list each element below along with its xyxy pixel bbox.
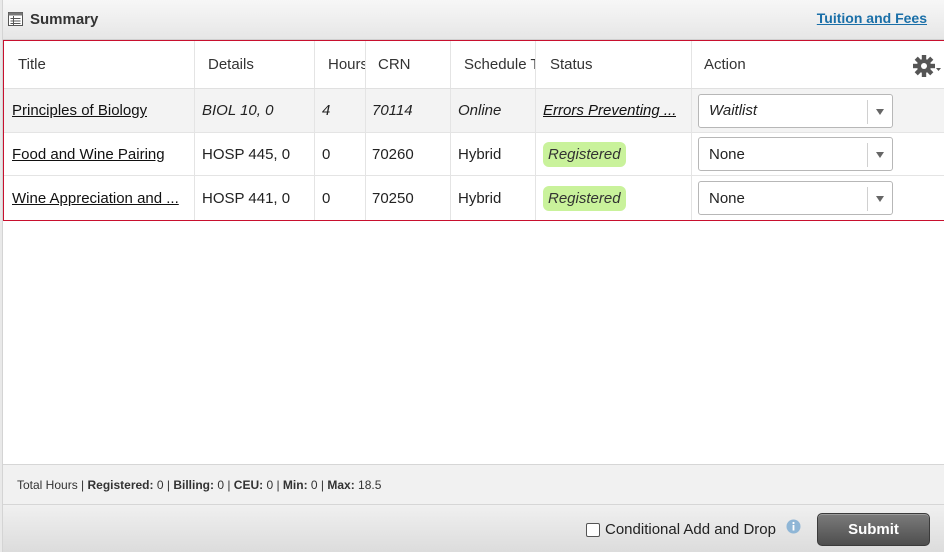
bottom-action-bar: Conditional Add and Drop Submit [3,505,944,552]
column-header-status[interactable]: Status [536,41,692,88]
billing-label: Billing: [173,477,214,492]
gear-icon[interactable] [912,53,942,79]
table-row: Wine Appreciation and ... HOSP 441, 0 0 … [4,176,944,220]
status-cell: Registered [536,176,692,220]
course-crn: 70114 [366,89,451,132]
course-details: BIOL 10, 0 [195,89,315,132]
registered-value: 0 | [153,477,174,492]
course-hours: 0 [315,133,366,175]
action-cell: None [692,133,944,175]
action-select-value: Waitlist [709,102,758,119]
totals-prefix: Total Hours | [17,477,88,492]
course-details: HOSP 441, 0 [195,176,315,220]
action-select-value: None [709,189,745,207]
course-title-cell: Wine Appreciation and ... [4,176,195,220]
column-header-details[interactable]: Details [195,41,315,88]
select-divider [867,187,868,211]
course-title-link[interactable]: Food and Wine Pairing [12,146,165,163]
status-cell: Errors Preventing ... [536,89,692,132]
column-header-action[interactable]: Action [692,41,944,88]
column-header-crn[interactable]: CRN [366,41,451,88]
status-errors-link[interactable]: Errors Preventing ... [543,102,676,119]
chevron-down-icon [876,196,884,202]
status-badge: Registered [543,141,626,167]
action-select[interactable]: None [698,137,893,171]
chevron-down-icon [876,108,884,115]
course-crn: 70250 [366,176,451,220]
column-header-hours[interactable]: Hours [315,41,366,88]
status-cell: Registered [536,133,692,175]
select-divider [867,143,868,167]
min-value: 0 | [307,477,328,492]
total-hours-bar: Total Hours | Registered: 0 | Billing: 0… [3,464,944,505]
course-crn: 70260 [366,133,451,175]
conditional-add-drop-checkbox[interactable] [586,523,600,537]
info-icon[interactable] [786,519,801,534]
course-schedule-type: Hybrid [451,133,536,175]
select-divider [867,99,868,124]
summary-grid: Title Details Hours CRN Schedule T Statu… [3,40,944,221]
table-icon [8,12,23,26]
chevron-down-icon [876,152,884,158]
course-hours: 0 [315,176,366,220]
action-cell: Waitlist [692,89,944,132]
billing-value: 0 | [213,477,234,492]
summary-header: Summary Tuition and Fees [3,0,944,40]
course-title-link[interactable]: Principles of Biology [12,102,147,119]
registered-label: Registered: [87,477,154,492]
course-schedule-type: Online [451,89,536,132]
ceu-value: 0 | [263,477,283,492]
course-title-cell: Principles of Biology [4,89,195,132]
max-value: 18.5 [354,477,382,492]
action-select[interactable]: None [698,181,893,215]
tuition-and-fees-link[interactable]: Tuition and Fees [817,10,927,26]
grid-header-row: Title Details Hours CRN Schedule T Statu… [4,41,944,89]
conditional-add-drop-label[interactable]: Conditional Add and Drop [605,521,776,538]
submit-button[interactable]: Submit [817,513,930,546]
action-cell: None [692,176,944,220]
column-header-schedule-type[interactable]: Schedule T [451,41,536,88]
action-select-value: None [709,145,745,163]
table-row: Principles of Biology BIOL 10, 0 4 70114… [4,89,944,133]
column-header-title[interactable]: Title [4,41,195,88]
ceu-label: CEU: [233,477,264,492]
course-title-cell: Food and Wine Pairing [4,133,195,175]
summary-title: Summary [30,11,99,28]
course-title-link[interactable]: Wine Appreciation and ... [12,190,179,207]
max-label: Max: [327,477,355,492]
table-row: Food and Wine Pairing HOSP 445, 0 0 7026… [4,133,944,176]
min-label: Min: [282,477,308,492]
course-details: HOSP 445, 0 [195,133,315,175]
course-hours: 4 [315,89,366,132]
status-badge: Registered [543,185,626,211]
action-select[interactable]: Waitlist [698,93,893,128]
course-schedule-type: Hybrid [451,176,536,220]
